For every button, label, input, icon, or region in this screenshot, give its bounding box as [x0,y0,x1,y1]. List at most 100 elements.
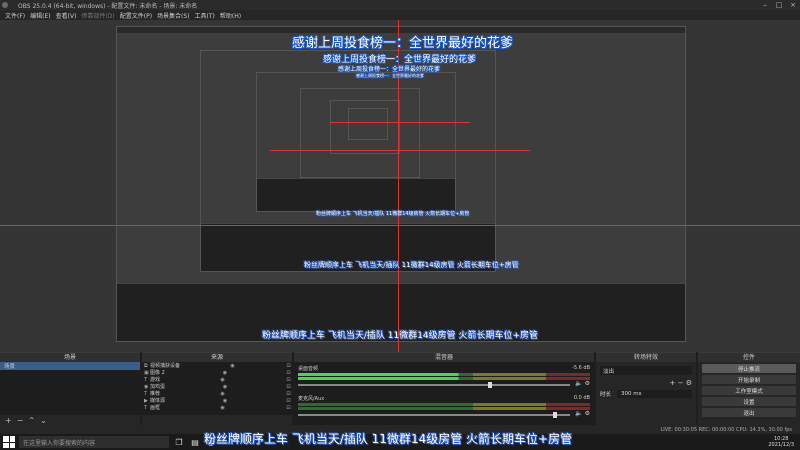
preview-mirror-frame-6 [348,108,388,140]
overlay-title-4: 感谢上周投食榜一：全世界最好的花爹 [356,73,424,78]
volume-meter [298,377,590,380]
source-item[interactable]: ◉ 加鸡蛋 ◉ ⊡ [142,383,292,391]
overlay-banner-main: 粉丝牌顺序上车 飞机当天/插队 11微群14级房管 火箭长期车位+房管 [204,432,573,446]
preview-canvas[interactable]: 感谢上周投食榜一：全世界最好的花爹 感谢上周投食榜一：全世界最好的花爹 感谢上周… [0,20,800,352]
speaker-icon[interactable]: 🔈 [575,410,582,417]
transition-type-buttons: + − ⚙ [600,379,693,388]
menu-help[interactable]: 帮助(H) [220,11,241,20]
gear-icon[interactable]: ⚙ [686,379,692,388]
transitions-title: 转场特效 [596,353,696,362]
exit-button[interactable]: 退出 [702,408,796,417]
mixer-channel-mic: 麦克风/Aux 0.0 dB 🔈 ⚙ [298,395,590,421]
windows-start-icon[interactable] [3,436,15,448]
source-item[interactable]: T 推荐 ◉ ⊡ [142,390,292,398]
source-item[interactable]: ⧉ 视频捕获设备 ◉ ⊡ [142,362,292,370]
mixer-channel-label: 麦克风/Aux [298,396,325,402]
audio-mixer-title: 混音器 [294,353,594,362]
lock-icon[interactable]: ⊡ [285,384,292,390]
audio-mixer-body: 桌面音频 -5.6 dB 🔈 ⚙ 麦克风/Aux 0.0 dB 🔈 ⚙ [294,362,594,425]
menu-scene-collection[interactable]: 场景集合(S) [157,11,190,20]
scenes-toolbar: + − ⌃ ⌄ [0,415,140,425]
transitions-dock: 转场特效 淡出 + − ⚙ 时长 300 ms [596,352,696,425]
remove-icon[interactable]: − [17,416,24,425]
controls-title: 控件 [698,353,800,362]
window-controls: – □ × [758,0,800,10]
mixer-channel-label: 桌面音频 [298,366,319,372]
source-item[interactable]: T 画框 ◉ ⊡ [142,404,292,412]
sources-list: ⧉ 视频捕获设备 ◉ ⊡ ▣ 图像 2 ◉ ⊡ T 游戏 ◉ ⊡ ◉ 加鸡蛋 ◉ ⊡ T 推荐 ◉ ⊡ ▶ 媒体… [142,362,292,415]
transitions-body: 淡出 + − ⚙ 时长 300 ms [596,362,696,425]
visibility-eye-icon[interactable]: ◉ [222,398,229,404]
transition-type-select[interactable]: 淡出 [600,366,692,375]
menu-bar: 文件(F) 编辑(E) 查看(V) 停靠部件(D) 配置文件(P) 场景集合(S… [0,10,800,20]
source-item[interactable]: T 游戏 ◉ ⊡ [142,376,292,384]
lock-icon[interactable]: ⊡ [285,398,292,404]
overlay-banner-3: 粉丝牌顺序上车 飞机当天/插队 11微群14级房管 火箭长期车位+房管 [316,211,470,217]
overlay-title-3: 感谢上周投食榜一：全世界最好的花爹 [338,66,441,73]
volume-meter [298,403,590,406]
volume-slider[interactable] [298,412,570,418]
speaker-icon[interactable]: 🔈 [575,380,582,387]
sources-dock: 来源 ⧉ 视频捕获设备 ◉ ⊡ ▣ 图像 2 ◉ ⊡ T 游戏 ◉ ⊡ ◉ 加鸡蛋 ◉ ⊡ T 推荐 ◉ ⊡ … [142,352,292,425]
close-icon[interactable]: × [786,0,800,10]
gear-icon[interactable]: ⚙ [585,380,590,387]
bounding-line-h2 [270,150,530,151]
volume-slider-handle[interactable] [488,382,492,388]
overlay-banner-2: 粉丝牌顺序上车 飞机当天/插队 11微群14级房管 火箭长期车位+房管 [304,261,519,269]
system-clock[interactable]: 10:28 2021/12/3 [768,434,794,450]
visibility-eye-icon[interactable]: ◉ [219,377,226,383]
scene-item[interactable]: 场景 [0,362,140,370]
visibility-eye-icon[interactable]: ◉ [229,363,236,369]
move-up-icon[interactable]: ⌃ [28,416,35,425]
transition-duration-row: 时长 300 ms [600,390,692,398]
menu-docks[interactable]: 停靠部件(D) [81,11,114,20]
obs-app-icon [2,2,8,8]
volume-slider-handle[interactable] [553,412,557,418]
menu-tools[interactable]: 工具(T) [195,11,215,20]
menu-profile[interactable]: 配置文件(P) [120,11,152,20]
volume-slider[interactable] [298,382,570,388]
taskbar-search-input[interactable]: 在这里输入你要搜索的内容 [19,436,169,448]
bounding-line-h1 [0,225,800,226]
start-recording-button[interactable]: 开始录制 [702,375,796,384]
source-item[interactable]: ▶ 媒体源 ◉ ⊡ [142,397,292,405]
volume-meter [298,373,590,376]
visibility-eye-icon[interactable]: ◉ [219,391,226,397]
controls-dock: 控件 停止推流 开始录制 工作室模式 设置 退出 [698,352,800,425]
lock-icon[interactable]: ⊡ [285,377,292,383]
menu-file[interactable]: 文件(F) [5,11,25,20]
mixer-channel-controls: 🔈 ⚙ [575,380,590,387]
maximize-icon[interactable]: □ [772,0,786,10]
sources-dock-title: 来源 [142,353,292,362]
lock-icon[interactable]: ⊡ [285,370,292,376]
minimize-icon[interactable]: – [758,0,772,10]
move-down-icon[interactable]: ⌄ [40,416,47,425]
source-item[interactable]: ▣ 图像 2 ◉ ⊡ [142,369,292,377]
remove-icon[interactable]: − [678,379,684,388]
duration-input[interactable]: 300 ms [617,390,692,398]
mixer-channel-desktop: 桌面音频 -5.6 dB 🔈 ⚙ [298,365,590,391]
settings-button[interactable]: 设置 [702,397,796,406]
window-title: OBS 25.0.4 (64-bit, windows) - 配置文件: 未命名… [18,2,198,10]
file-explorer-icon[interactable]: ▤ [189,436,201,448]
add-icon[interactable]: + [5,416,12,425]
mixer-channel-controls: 🔈 ⚙ [575,410,590,417]
stop-streaming-button[interactable]: 停止推流 [702,364,796,373]
task-view-icon[interactable]: ❐ [173,436,185,448]
menu-edit[interactable]: 编辑(E) [30,11,50,20]
gear-icon[interactable]: ⚙ [585,410,590,417]
lock-icon[interactable]: ⊡ [285,405,292,411]
window-titlebar: OBS 25.0.4 (64-bit, windows) - 配置文件: 未命名… [0,0,800,10]
status-text: LIVE: 00:30:05 REC: 00:00:00 CPU: 14.3%,… [660,426,792,433]
scenes-dock-title: 场景 [0,353,140,362]
mixer-channel-db: -5.6 dB [572,365,590,371]
visibility-eye-icon[interactable]: ◉ [222,384,229,390]
clock-date: 2021/12/3 [768,442,794,448]
visibility-eye-icon[interactable]: ◉ [219,405,226,411]
studio-mode-button[interactable]: 工作室模式 [702,386,796,395]
lock-icon[interactable]: ⊡ [285,363,292,369]
add-icon[interactable]: + [670,379,676,388]
lock-icon[interactable]: ⊡ [285,391,292,397]
menu-view[interactable]: 查看(V) [56,11,77,20]
visibility-eye-icon[interactable]: ◉ [221,370,228,376]
